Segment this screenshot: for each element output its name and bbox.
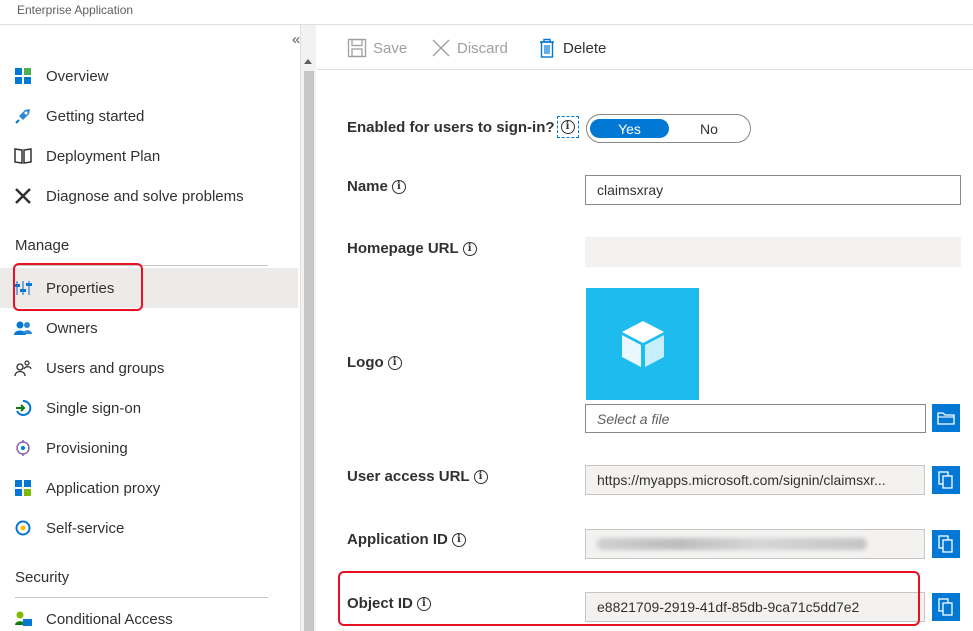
user-access-url-label: User access URL i — [347, 468, 488, 485]
info-icon[interactable]: i — [451, 532, 466, 547]
info-icon: i — [560, 120, 575, 134]
sidebar-item-owners[interactable]: Owners — [0, 308, 298, 348]
name-input[interactable]: claimsxray — [585, 175, 961, 205]
object-id-highlight-box — [338, 571, 920, 626]
sidebar-item-users-groups[interactable]: Users and groups — [0, 348, 298, 388]
discard-button[interactable]: Discard — [431, 36, 508, 60]
copy-application-id-button[interactable] — [932, 530, 960, 558]
section-header-security: Security — [15, 569, 70, 586]
scrollbar-thumb[interactable] — [304, 71, 314, 631]
close-icon — [431, 38, 451, 58]
sidebar-item-provisioning[interactable]: Provisioning — [0, 428, 298, 468]
sidebar-item-label: Conditional Access — [46, 610, 173, 628]
sidebar-item-overview[interactable]: Overview — [0, 56, 298, 96]
save-button[interactable]: Save — [347, 36, 407, 60]
logo-file-input[interactable]: Select a file — [585, 404, 926, 433]
sidebar-item-label: Diagnose and solve problems — [46, 187, 244, 205]
conditional-access-icon — [14, 610, 32, 628]
redacted-application-id — [597, 538, 867, 550]
app-logo-image — [586, 288, 699, 400]
enabled-for-sign-in-label: Enabled for users to sign-in? i — [347, 116, 579, 138]
sidebar-item-label: Provisioning — [46, 439, 128, 457]
toggle-no-option[interactable]: No — [673, 119, 745, 138]
sidebar-item-diagnose[interactable]: Diagnose and solve problems — [0, 176, 298, 216]
sidebar-item-label: Owners — [46, 319, 98, 337]
user-access-url-field[interactable]: https://myapps.microsoft.com/signin/clai… — [585, 465, 925, 495]
trash-icon — [537, 38, 557, 58]
properties-highlight-box — [13, 263, 143, 311]
copy-object-id-button[interactable] — [932, 593, 960, 621]
rocket-icon — [14, 107, 32, 125]
book-icon — [14, 147, 32, 165]
save-icon — [347, 38, 367, 58]
sidebar-scrollbar[interactable] — [300, 25, 316, 631]
application-id-field[interactable] — [585, 529, 925, 559]
tools-icon — [14, 187, 32, 205]
self-service-icon — [14, 519, 32, 537]
section-divider — [15, 597, 268, 598]
sidebar: « Overview Getting started Deployment Pl… — [0, 25, 300, 631]
sidebar-item-label: Single sign-on — [46, 399, 142, 417]
info-focus-box[interactable]: i — [556, 116, 579, 138]
sidebar-item-getting-started[interactable]: Getting started — [0, 96, 298, 136]
toggle-yes-option[interactable]: Yes — [590, 119, 669, 138]
cube-icon — [621, 321, 664, 367]
enterprise-app-properties-page: Enterprise Application « Overview Gettin… — [0, 0, 973, 631]
section-header-manage: Manage — [15, 237, 70, 254]
info-icon[interactable]: i — [391, 179, 406, 194]
app-proxy-icon — [14, 479, 32, 497]
homepage-url-input[interactable] — [585, 237, 961, 267]
info-icon[interactable]: i — [387, 355, 402, 370]
copy-user-access-url-button[interactable] — [932, 466, 960, 494]
browse-file-button[interactable] — [932, 404, 960, 432]
delete-button[interactable]: Delete — [537, 36, 606, 60]
discard-label: Discard — [457, 39, 508, 57]
sidebar-item-single-sign-on[interactable]: Single sign-on — [0, 388, 298, 428]
owners-icon — [14, 319, 32, 337]
sso-icon — [14, 399, 32, 417]
sidebar-item-self-service[interactable]: Self-service — [0, 508, 298, 548]
logo-label: Logo i — [347, 354, 402, 371]
save-label: Save — [373, 39, 408, 57]
page-header: Enterprise Application — [0, 0, 973, 25]
sidebar-item-label: Users and groups — [46, 359, 165, 377]
copy-icon — [938, 471, 953, 489]
overview-grid-icon — [14, 67, 32, 85]
sidebar-item-label: Deployment Plan — [46, 147, 161, 165]
scroll-up-arrow-icon[interactable] — [304, 59, 312, 64]
sidebar-item-label: Application proxy — [46, 479, 161, 497]
command-toolbar: Save Discard Delete — [317, 25, 973, 70]
folder-icon — [937, 412, 955, 425]
delete-label: Delete — [563, 39, 607, 57]
info-icon[interactable]: i — [462, 241, 477, 256]
sidebar-item-label: Overview — [46, 67, 109, 85]
info-icon[interactable]: i — [473, 469, 488, 484]
sign-in-enabled-toggle[interactable]: Yes No — [586, 114, 751, 143]
page-subtitle: Enterprise Application — [17, 3, 134, 17]
copy-icon — [938, 535, 953, 553]
copy-icon — [938, 598, 953, 616]
sidebar-item-application-proxy[interactable]: Application proxy — [0, 468, 298, 508]
users-groups-icon — [14, 359, 32, 377]
sidebar-item-label: Getting started — [46, 107, 145, 125]
name-label: Name i — [347, 178, 406, 195]
sidebar-item-label: Self-service — [46, 519, 125, 537]
sidebar-item-deployment-plan[interactable]: Deployment Plan — [0, 136, 298, 176]
provisioning-icon — [14, 439, 32, 457]
homepage-url-label: Homepage URL i — [347, 240, 477, 257]
sidebar-item-conditional-access[interactable]: Conditional Access — [0, 599, 298, 631]
application-id-label: Application ID i — [347, 531, 466, 548]
